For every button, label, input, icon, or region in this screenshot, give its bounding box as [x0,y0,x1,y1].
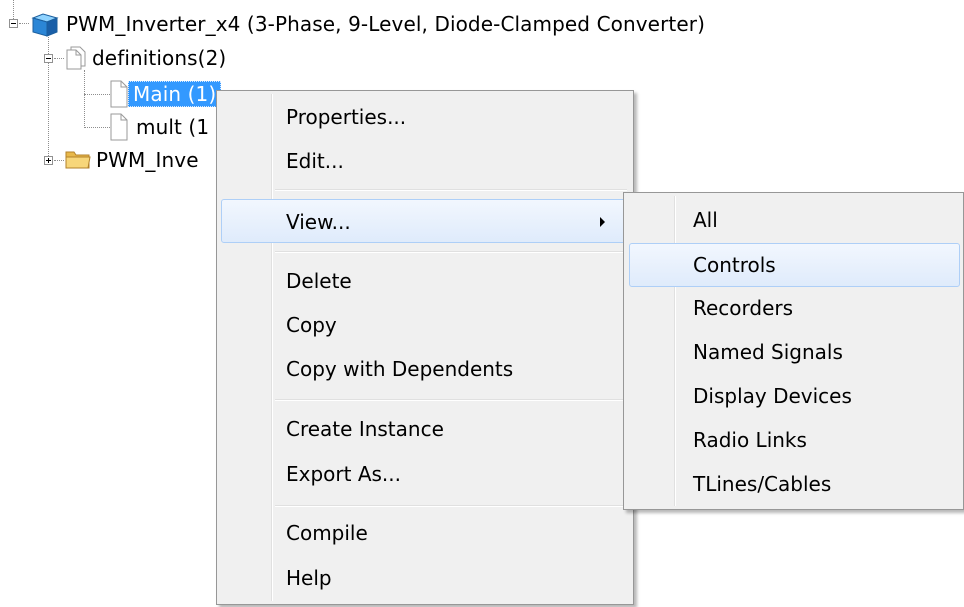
submenu-item-tlines-cables[interactable]: TLines/Cables [624,472,962,500]
menu-item-label: Radio Links [693,428,807,452]
menu-separator [275,251,627,253]
menu-item-label: Controls [693,253,776,277]
tree-root-label[interactable]: PWM_Inverter_x4 (3-Phase, 9-Level, Diode… [66,12,705,36]
menu-item-copy-with-dependents[interactable]: Copy with Dependents [217,357,631,385]
menu-item-edit[interactable]: Edit... [217,149,631,177]
expand-icon[interactable] [44,156,53,165]
document-icon [108,79,130,109]
menu-item-properties[interactable]: Properties... [217,105,631,133]
menu-item-label: Named Signals [693,340,843,364]
collapse-icon[interactable] [9,19,18,28]
main-definition-label[interactable]: Main (1) [128,81,222,107]
menu-item-export-as[interactable]: Export As... [217,462,631,490]
menu-item-label: Copy [286,313,337,337]
menu-item-label: Properties... [286,105,407,129]
menu-separator [275,189,627,191]
project-cube-icon [30,12,60,38]
submenu-item-radio-links[interactable]: Radio Links [624,428,962,456]
menu-item-label: TLines/Cables [693,472,832,496]
definitions-label[interactable]: definitions(2) [92,46,226,70]
tree-connector [13,0,14,19]
context-menu: Properties... Edit... View... Delete Cop… [216,90,634,605]
menu-item-label: Create Instance [286,417,444,441]
menu-item-delete[interactable]: Delete [217,269,631,297]
menu-separator [275,505,627,507]
submenu-item-named-signals[interactable]: Named Signals [624,340,962,368]
menu-item-label: Delete [286,269,352,293]
menu-item-label: Copy with Dependents [286,357,514,381]
document-stack-icon [64,45,88,71]
menu-item-label: Export As... [286,462,401,486]
tree-connector [54,58,64,59]
folder-label[interactable]: PWM_Inve [96,148,199,172]
menu-item-label: Display Devices [693,384,852,408]
document-icon [108,112,130,142]
submenu-item-recorders[interactable]: Recorders [624,296,962,324]
tree-connector [19,23,29,24]
mult-definition-label[interactable]: mult (1 [136,115,209,139]
tree-connector [84,70,85,128]
chevron-right-icon [600,217,605,227]
menu-item-label: Help [286,566,332,590]
menu-item-copy[interactable]: Copy [217,313,631,341]
folder-icon [64,147,92,171]
collapse-icon[interactable] [44,54,53,63]
menu-separator [275,399,627,401]
menu-item-label: Compile [286,521,368,545]
submenu-item-all[interactable]: All [624,208,962,236]
menu-item-create-instance[interactable]: Create Instance [217,417,631,445]
view-submenu: All Controls Recorders Named Signals Dis… [623,192,964,510]
menu-item-label: Recorders [693,296,794,320]
submenu-item-display-devices[interactable]: Display Devices [624,384,962,412]
menu-item-compile[interactable]: Compile [217,521,631,549]
menu-item-view[interactable]: View... [217,210,631,238]
menu-item-label: View... [286,210,351,234]
screen: PWM_Inverter_x4 (3-Phase, 9-Level, Diode… [0,0,964,607]
menu-item-label: Edit... [286,149,344,173]
submenu-item-controls[interactable]: Controls [624,253,962,281]
tree-connector [48,32,49,158]
tree-connector [54,160,64,161]
menu-item-label: All [693,208,718,232]
menu-item-help[interactable]: Help [217,566,631,594]
